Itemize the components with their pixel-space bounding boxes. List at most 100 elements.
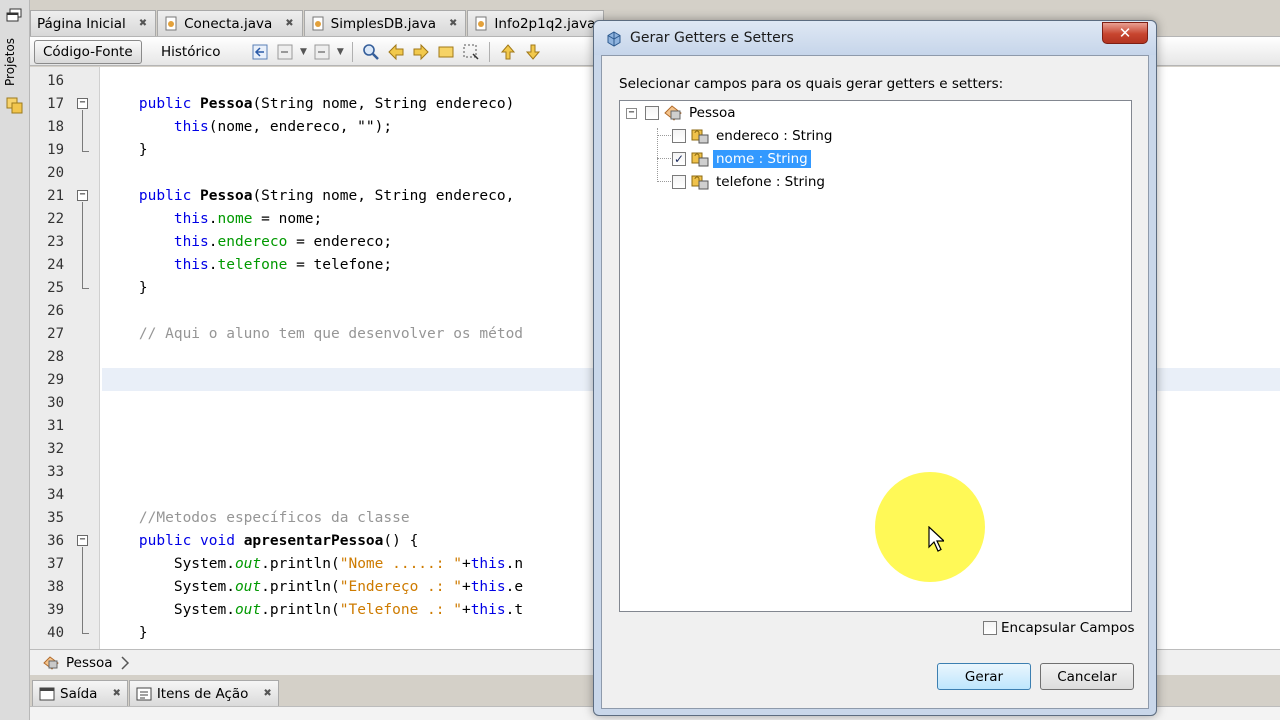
code-token: (String nome, String endereco) [252,96,515,112]
toggle-highlight-icon[interactable] [436,42,456,62]
fold-toggle[interactable]: − [77,190,88,201]
line-number: 36 [47,533,64,549]
code-token: .n [505,556,524,572]
line-number: 17 [47,96,64,112]
search-icon[interactable] [361,42,381,62]
field-checkbox-telefone[interactable] [672,175,686,189]
tab-saida[interactable]: Saída ✖ [32,680,128,706]
code-token: System. [173,579,235,595]
line-number: 25 [47,280,64,296]
close-tab-icon[interactable]: ✖ [112,688,120,699]
tab-label: SimplesDB.java [330,15,437,32]
find-previous-icon[interactable] [386,42,406,62]
line-number: 28 [47,349,64,365]
back-icon[interactable] [275,42,295,62]
find-next-icon[interactable] [411,42,431,62]
next-bookmark-icon[interactable] [523,42,543,62]
code-token: this [470,579,506,595]
tab-itens-de-acao[interactable]: Itens de Ação ✖ [128,680,279,706]
code-token: Pessoa [200,96,253,112]
code-token: System. [173,602,235,618]
tab-simplesdb-java[interactable]: SimplesDB.java ✖ [303,10,467,36]
code-comment: // Aqui o aluno tem que desenvolver os m… [138,326,524,342]
last-edit-icon[interactable] [250,42,270,62]
code-token: .println( [261,579,340,595]
code-token: out [234,579,262,595]
close-tab-icon[interactable]: ✖ [449,18,457,29]
code-token: = nome; [252,211,323,227]
line-number: 31 [47,418,64,434]
tree-field-endereco[interactable]: endereco : String [672,126,835,146]
code-token: . [208,234,218,250]
generate-button[interactable]: Gerar [937,663,1031,690]
tree-root-pessoa[interactable]: − Pessoa [626,103,739,123]
close-tab-icon[interactable]: ✖ [139,18,147,29]
left-side-panel: Projetos [0,0,30,720]
editor-tab-bar: Página Inicial ✖ Conecta.java ✖ SimplesD… [30,10,630,36]
source-view-button[interactable]: Código-Fonte [34,40,142,64]
tree-field-nome[interactable]: ✓ nome : String [672,149,811,169]
code-token: } [138,280,148,296]
encapsulate-checkbox[interactable] [983,621,997,635]
chevron-right-icon[interactable] [119,655,131,671]
fold-guide [82,110,83,151]
dialog-titlebar[interactable]: Gerar Getters e Setters ✕ [594,21,1156,55]
fold-toggle[interactable]: − [77,535,88,546]
field-label: telefone : String [716,174,825,190]
code-token: = telefone; [287,257,393,273]
line-number: 16 [47,73,64,89]
code-token: () { [383,533,419,549]
code-token: + [461,556,471,572]
line-number: 19 [47,142,64,158]
tab-conecta-java[interactable]: Conecta.java ✖ [157,10,303,36]
code-token: + [461,602,471,618]
close-tab-icon[interactable]: ✖ [285,18,293,29]
private-field-icon [691,129,709,144]
projects-panel-label[interactable]: Projetos [3,38,25,98]
tree-guide [657,158,671,159]
code-token: this [173,119,209,135]
field-checkbox-nome[interactable]: ✓ [672,152,686,166]
code-token: Pessoa [200,188,253,204]
dropdown-arrow-icon[interactable]: ▼ [300,42,307,62]
dropdown-arrow-icon[interactable]: ▼ [337,42,344,62]
field-label: nome : String [713,150,811,168]
close-tab-icon[interactable]: ✖ [263,688,271,699]
code-token: . [208,257,218,273]
code-token: this [173,234,209,250]
code-string: "Nome .....: " [339,556,462,572]
previous-bookmark-icon[interactable] [498,42,518,62]
dialog-instruction: Selecionar campos para os quais gerar ge… [619,76,1004,92]
encapsulate-fields-option[interactable]: Encapsular Campos [983,618,1135,638]
forward-icon[interactable] [312,42,332,62]
close-dialog-button[interactable]: ✕ [1102,22,1148,44]
code-token: public [138,96,192,112]
line-number: 39 [47,602,64,618]
dialog-title: Gerar Getters e Setters [630,30,794,46]
cancel-button[interactable]: Cancelar [1040,663,1134,690]
fold-toggle[interactable]: − [77,98,88,109]
collapse-icon[interactable]: − [626,107,637,119]
breadcrumb-class[interactable]: Pessoa [66,655,113,671]
code-token: this [470,556,506,572]
mouse-pointer-icon [928,526,944,552]
projects-icon[interactable] [6,96,24,114]
code-token: apresentarPessoa [243,533,384,549]
root-checkbox[interactable] [645,106,659,120]
line-number: 37 [47,556,64,572]
rectangular-selection-icon[interactable] [461,42,481,62]
tree-field-telefone[interactable]: telefone : String [672,172,828,192]
line-number: 22 [47,211,64,227]
line-number: 29 [47,372,64,388]
class-icon [664,105,682,121]
tab-info2p1q2-java[interactable]: Info2p1q2.java [467,10,605,36]
field-checkbox-endereco[interactable] [672,129,686,143]
history-view-button[interactable]: Histórico [152,40,229,64]
fold-guide [82,151,89,152]
tab-pagina-inicial[interactable]: Página Inicial ✖ [30,10,157,36]
action-items-icon [136,687,152,700]
code-token: .e [505,579,524,595]
restore-window-icon[interactable] [6,8,22,22]
code-string: "Endereço .: " [339,579,462,595]
code-token: public [138,533,192,549]
